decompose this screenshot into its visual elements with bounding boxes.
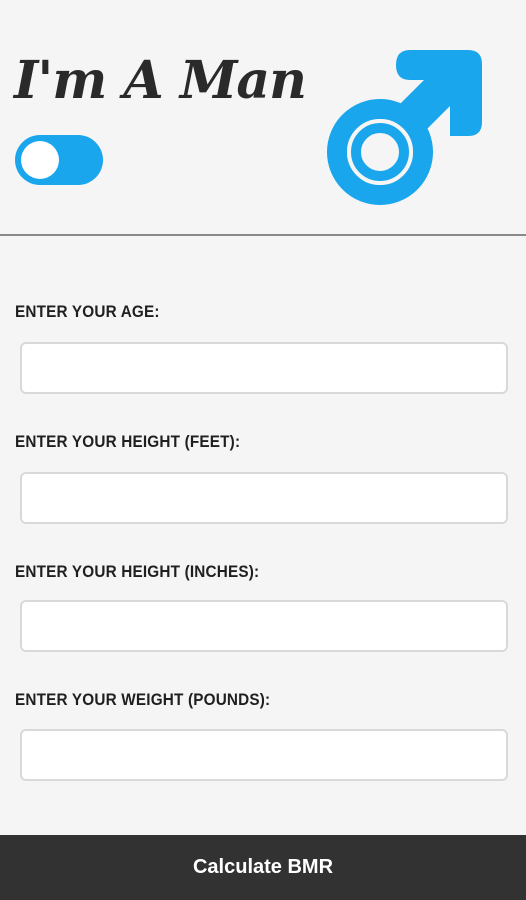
- header: I'm A Man: [0, 0, 526, 236]
- gender-toggle[interactable]: [15, 135, 103, 185]
- height-inches-input[interactable]: [20, 600, 508, 652]
- age-label: ENTER YOUR AGE:: [15, 302, 160, 321]
- age-input[interactable]: [20, 342, 508, 394]
- page-title: I'm A Man: [14, 50, 307, 111]
- height-feet-label: ENTER YOUR HEIGHT (FEET):: [15, 432, 241, 451]
- height-inches-label: ENTER YOUR HEIGHT (INCHES):: [15, 562, 260, 581]
- male-symbol-icon: [327, 50, 482, 205]
- weight-label: ENTER YOUR WEIGHT (POUNDS):: [15, 690, 271, 709]
- height-feet-input[interactable]: [20, 472, 508, 524]
- toggle-knob[interactable]: [21, 141, 59, 179]
- weight-input[interactable]: [20, 729, 508, 781]
- calculate-bmr-button[interactable]: Calculate BMR: [0, 835, 526, 900]
